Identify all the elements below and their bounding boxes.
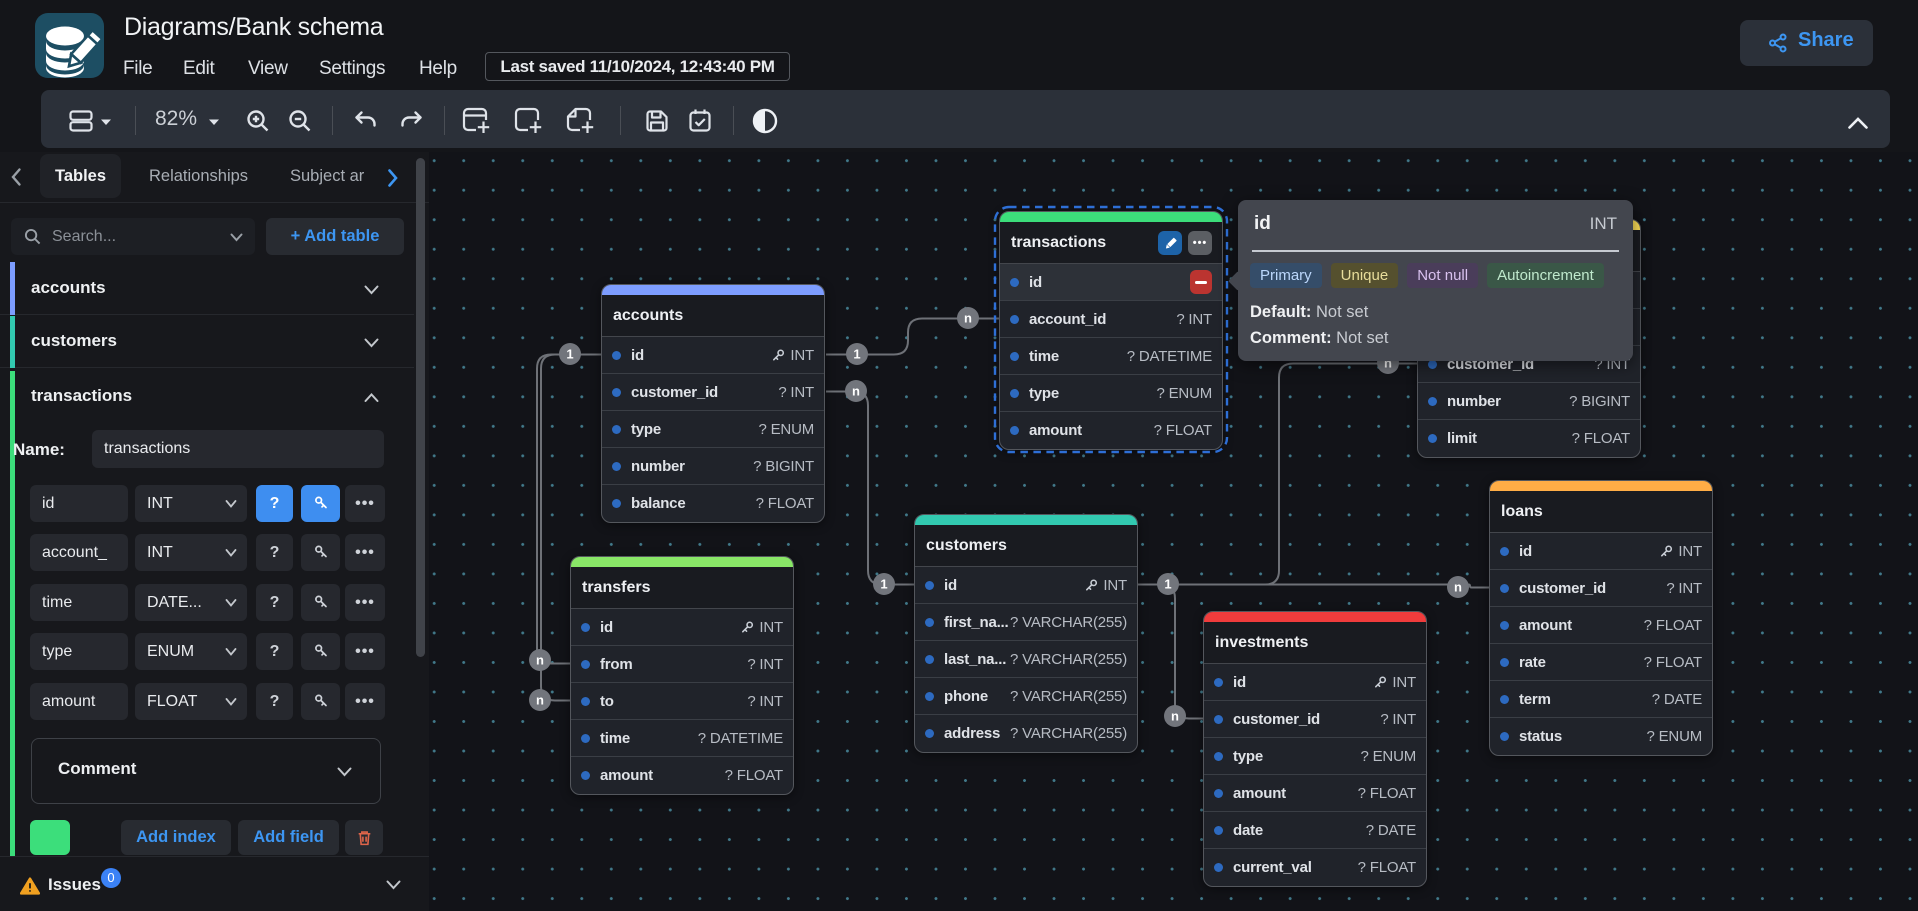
svg-text:n: n: [536, 653, 544, 668]
svg-text:1: 1: [880, 577, 887, 592]
svg-text:1: 1: [853, 347, 860, 362]
svg-text:n: n: [536, 693, 544, 708]
svg-text:n: n: [1171, 709, 1179, 724]
svg-text:1: 1: [566, 347, 573, 362]
svg-text:n: n: [964, 311, 972, 326]
svg-text:n: n: [852, 384, 860, 399]
svg-text:n: n: [1454, 580, 1462, 595]
svg-text:1: 1: [1164, 577, 1171, 592]
